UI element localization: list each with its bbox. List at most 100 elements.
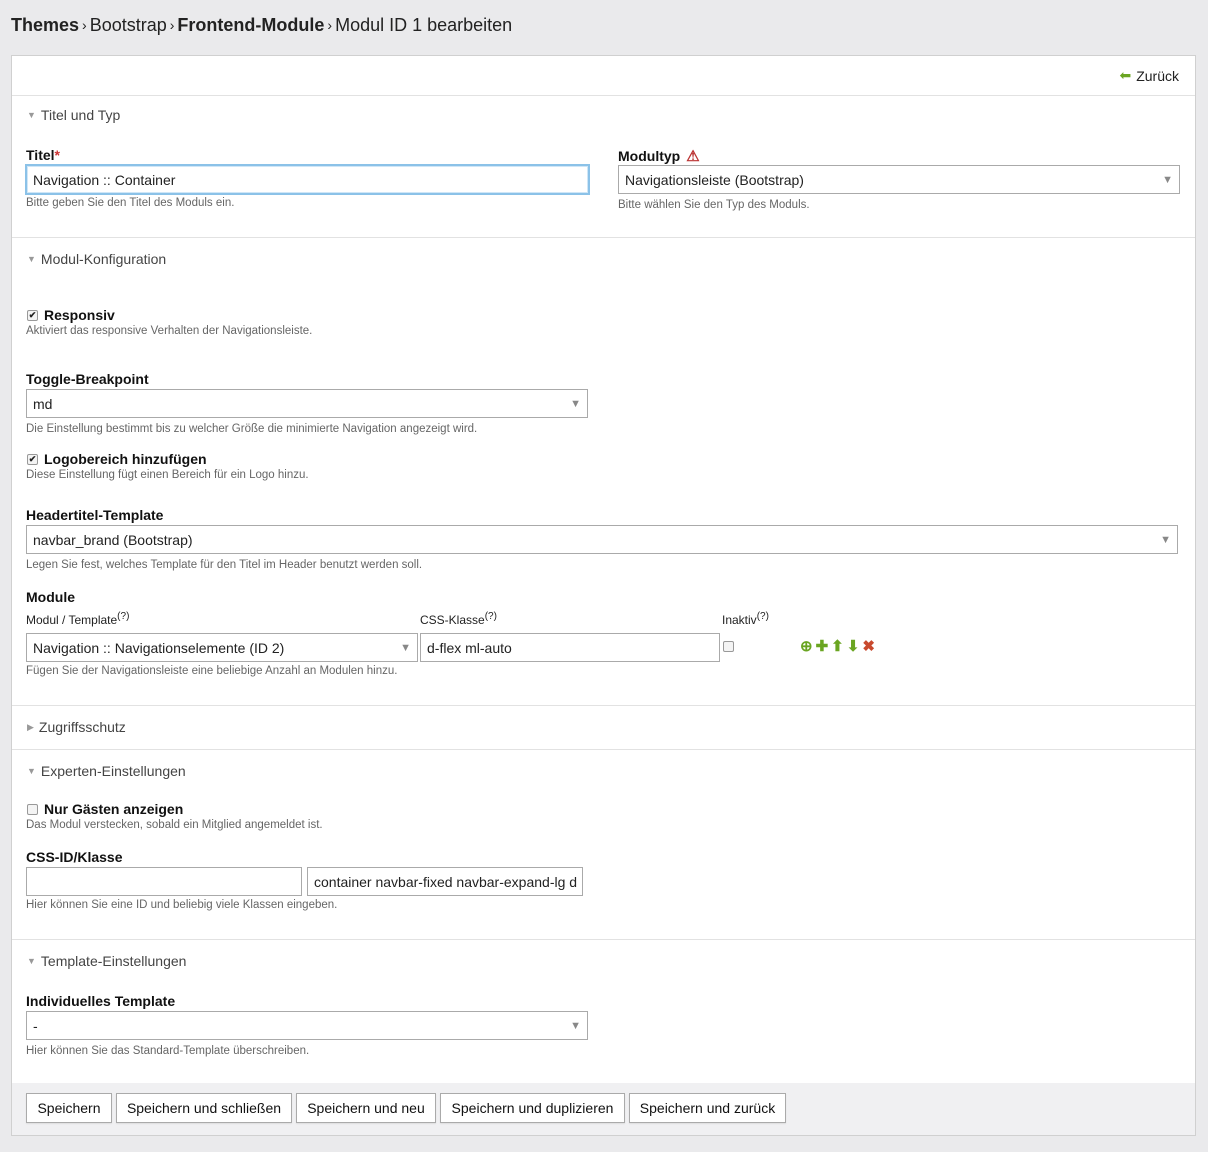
- warning-icon: ⚠: [686, 148, 700, 165]
- col-template-label: Modul / Template: [26, 613, 118, 627]
- indiv-template-value: -: [33, 1017, 38, 1034]
- indiv-template-select[interactable]: - ▼: [26, 1011, 588, 1040]
- form-footer: Speichern Speichern und schließen Speich…: [12, 1083, 1195, 1135]
- cssid-label: CSS-ID/Klasse: [26, 849, 123, 865]
- required-marker: *: [54, 147, 60, 163]
- breadcrumb-separator: ›: [327, 17, 333, 33]
- section-title: Titel und Typ: [40, 107, 121, 123]
- breadcrumb: Themes › Bootstrap › Frontend-Module › Modul I…: [11, 15, 512, 36]
- divider: [12, 705, 1195, 706]
- col-inaktiv-label: Inaktiv: [722, 613, 757, 627]
- headertitel-value: navbar_brand (Bootstrap): [33, 531, 193, 548]
- titel-help: Bitte geben Sie den Titel des Moduls ein…: [26, 197, 235, 209]
- help-hint[interactable]: (?): [757, 611, 769, 622]
- section-toggle-titel-typ[interactable]: ▼ Titel und Typ: [27, 107, 120, 123]
- headertitel-select[interactable]: navbar_brand (Bootstrap) ▼: [26, 525, 1178, 554]
- section-toggle-template[interactable]: ▼ Template-Einstellungen: [27, 953, 186, 969]
- module-template-select[interactable]: Navigation :: Navigationselemente (ID 2)…: [26, 633, 418, 662]
- help-hint[interactable]: (?): [485, 611, 497, 622]
- modultyp-help: Bitte wählen Sie den Typ des Moduls.: [618, 199, 810, 211]
- section-toggle-modul-konfiguration[interactable]: ▼ Modul-Konfiguration: [27, 251, 166, 267]
- breakpoint-help: Die Einstellung bestimmt bis zu welcher …: [26, 423, 478, 435]
- back-link[interactable]: ⬅ Zurück: [1119, 67, 1179, 84]
- section-toggle-zugriffsschutz[interactable]: ▶ Zugriffsschutz: [27, 719, 126, 735]
- logo-checkbox[interactable]: ✔: [27, 453, 38, 465]
- cssid-help: Hier können Sie eine ID und beliebig vie…: [26, 899, 338, 911]
- gaeste-label[interactable]: Nur Gästen anzeigen: [44, 801, 183, 817]
- chevron-down-icon: ▼: [570, 1019, 581, 1032]
- arrow-up-icon[interactable]: ⬆: [831, 637, 844, 655]
- breadcrumb-frontend-module[interactable]: Frontend-Module: [177, 15, 324, 35]
- save-button[interactable]: Speichern: [26, 1093, 112, 1123]
- breadcrumb-current: Modul ID 1 bearbeiten: [335, 15, 513, 35]
- breadcrumb-separator: ›: [82, 17, 87, 33]
- breadcrumb-themes[interactable]: Themes: [11, 15, 79, 35]
- help-hint[interactable]: (?): [117, 611, 129, 622]
- breakpoint-select[interactable]: md ▼: [26, 389, 588, 418]
- gaeste-checkbox-row: Nur Gästen anzeigen: [27, 801, 183, 817]
- responsiv-checkbox[interactable]: ✔: [27, 309, 38, 321]
- triangle-down-icon: ▼: [27, 110, 36, 120]
- section-title: Experten-Einstellungen: [40, 763, 186, 779]
- module-css-input[interactable]: d-flex ml-auto: [420, 633, 720, 662]
- titel-label: Titel*: [26, 147, 60, 163]
- css-class-input[interactable]: container navbar-fixed navbar-expand-lg …: [307, 867, 583, 896]
- gaeste-help: Das Modul verstecken, sobald ein Mitglie…: [26, 819, 323, 831]
- module-help: Fügen Sie der Navigationsleiste eine bel…: [26, 665, 398, 677]
- breakpoint-value: md: [33, 395, 53, 412]
- modultyp-select[interactable]: Navigationsleiste (Bootstrap) ▼: [618, 165, 1180, 194]
- save-back-button[interactable]: Speichern und zurück: [629, 1093, 786, 1123]
- module-row-tools: ⊕ ✚ ⬆ ⬇ ✖: [800, 637, 875, 655]
- triangle-right-icon: ▶: [27, 721, 34, 732]
- titel-label-text: Titel: [26, 147, 55, 163]
- module-col-css: CSS-Klasse(?): [420, 611, 497, 627]
- triangle-down-icon: ▼: [27, 956, 36, 966]
- module-label: Module: [26, 589, 75, 605]
- divider: [12, 749, 1195, 750]
- responsiv-label[interactable]: Responsiv: [44, 307, 115, 323]
- logo-help: Diese Einstellung fügt einen Bereich für…: [26, 469, 309, 481]
- divider: [12, 939, 1195, 940]
- save-duplicate-button[interactable]: Speichern und duplizieren: [440, 1093, 625, 1123]
- triangle-down-icon: ▼: [27, 766, 36, 776]
- col-css-label: CSS-Klasse: [420, 613, 485, 627]
- indiv-template-label: Individuelles Template: [26, 993, 176, 1009]
- indiv-template-help: Hier können Sie das Standard-Template üb…: [26, 1045, 310, 1057]
- modultyp-value: Navigationsleiste (Bootstrap): [625, 171, 804, 188]
- breadcrumb-bootstrap: Bootstrap: [89, 15, 167, 35]
- logo-label[interactable]: Logobereich hinzufügen: [44, 451, 207, 467]
- section-toggle-experten[interactable]: ▼ Experten-Einstellungen: [27, 763, 186, 779]
- modultyp-label: Modultyp ⚠: [618, 147, 700, 165]
- responsiv-help: Aktiviert das responsive Verhalten der N…: [26, 325, 313, 337]
- logo-checkbox-row: ✔ Logobereich hinzufügen: [27, 451, 207, 467]
- divider: [12, 237, 1195, 238]
- back-arrow-icon: ⬅: [1119, 67, 1132, 83]
- module-col-template: Modul / Template(?): [26, 611, 129, 627]
- section-title: Template-Einstellungen: [40, 953, 187, 969]
- edit-panel: ⬅ Zurück ▼ Titel und Typ Titel* Navigati…: [11, 55, 1196, 1136]
- css-id-input[interactable]: [26, 867, 302, 896]
- add-icon[interactable]: ✚: [816, 637, 829, 655]
- section-title: Zugriffsschutz: [38, 719, 126, 735]
- save-new-button[interactable]: Speichern und neu: [296, 1093, 436, 1123]
- save-close-button[interactable]: Speichern und schließen: [116, 1093, 292, 1123]
- breadcrumb-separator: ›: [169, 17, 175, 33]
- section-title: Modul-Konfiguration: [40, 251, 167, 267]
- headertitel-label: Headertitel-Template: [26, 507, 164, 523]
- arrow-down-icon[interactable]: ⬇: [847, 637, 860, 655]
- titel-input[interactable]: Navigation :: Container: [25, 164, 590, 195]
- back-label: Zurück: [1136, 67, 1179, 84]
- responsiv-checkbox-row: ✔ Responsiv: [27, 307, 115, 323]
- headertitel-help: Legen Sie fest, welches Template für den…: [26, 559, 423, 571]
- module-inaktiv-checkbox[interactable]: [723, 641, 734, 652]
- chevron-down-icon: ▼: [400, 641, 411, 654]
- breakpoint-label: Toggle-Breakpoint: [26, 371, 149, 387]
- module-template-value: Navigation :: Navigationselemente (ID 2): [33, 639, 285, 656]
- divider: [12, 95, 1195, 96]
- triangle-down-icon: ▼: [27, 254, 36, 264]
- gaeste-checkbox[interactable]: [27, 803, 38, 815]
- delete-icon[interactable]: ✖: [862, 637, 875, 655]
- chevron-down-icon: ▼: [1162, 173, 1173, 186]
- copy-icon[interactable]: ⊕: [800, 637, 813, 655]
- chevron-down-icon: ▼: [570, 397, 581, 410]
